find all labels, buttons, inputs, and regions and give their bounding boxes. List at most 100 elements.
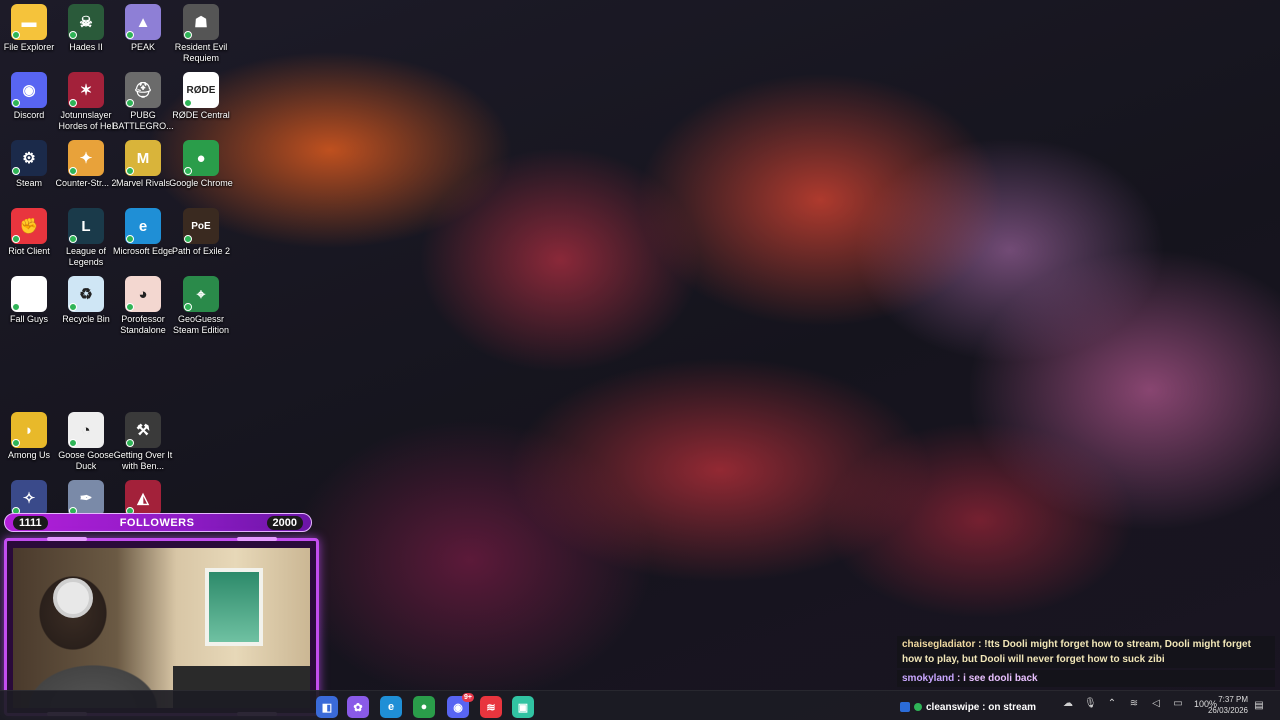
sync-status-icon	[12, 439, 20, 447]
webcam-frame-decoration	[237, 537, 277, 541]
volume-icon[interactable]: ◁	[1150, 698, 1162, 710]
taskbar-streamlabs[interactable]: ▣	[512, 696, 534, 718]
webcam-video	[13, 548, 310, 708]
battery-icon[interactable]: ▭	[1172, 698, 1184, 710]
taskbar-copilot[interactable]: ✿	[347, 696, 369, 718]
desktop-icon-label: Goose Goose Duck	[58, 450, 114, 471]
desktop-icon-label: League of Legends	[65, 246, 107, 267]
sync-status-icon	[69, 99, 77, 107]
desktop-icon[interactable]: ⌖ GeoGuessr Steam Edition	[172, 276, 230, 342]
taskbar-edge[interactable]: e	[380, 696, 402, 718]
desktop-icon[interactable]: ⚒ Getting Over It with Ben...	[114, 412, 172, 478]
desktop-icon[interactable]: L League of Legends	[57, 208, 115, 274]
pubg-icon: ⛑	[125, 72, 161, 108]
chat-message: smokyland : i see dooli back	[897, 670, 1275, 687]
chrome-icon: ●	[183, 140, 219, 176]
desktop-icon-label: Recycle Bin	[62, 314, 110, 324]
desktop-icon[interactable]: ◕ Porofessor Standalone	[114, 276, 172, 342]
desktop-icon[interactable]: ● Google Chrome	[169, 140, 233, 206]
desktop-icon[interactable]: ♻ Recycle Bin	[57, 276, 115, 342]
sync-status-icon	[184, 235, 192, 243]
desktop-icon[interactable]: ✦ Counter-Str... 2	[55, 140, 117, 206]
desktop-icon[interactable]: ✶ Jotunnslayer Hordes of Hel	[57, 72, 115, 138]
desktop-icon-label: Fall Guys	[9, 314, 48, 324]
recycle-bin-icon: ♻	[68, 276, 104, 312]
stream-chat-overlay: chaisegladiator : !tts Dooli might forge…	[897, 636, 1275, 689]
desktop-icon-label: Resident Evil Requiem	[174, 42, 228, 63]
onedrive-icon[interactable]: ☁	[1062, 698, 1074, 710]
rode-icon: RØDE	[183, 72, 219, 108]
steam-icon: ⚙	[11, 140, 47, 176]
desktop-icon-label: Google Chrome	[169, 178, 233, 188]
desktop-icon[interactable]: RØDE RØDE Central	[172, 72, 230, 138]
webcam-frame-decoration	[47, 537, 87, 541]
desktop-icon-label: Getting Over It with Ben...	[113, 450, 173, 471]
sync-status-icon	[12, 99, 20, 107]
desktop-icon[interactable]: e Microsoft Edge	[112, 208, 174, 274]
sync-status-icon	[184, 99, 192, 107]
sync-status-icon	[126, 235, 134, 243]
desktop-icon[interactable]: M Marvel Rivals	[114, 140, 172, 206]
desktop-icon[interactable]: ▲ PEAK	[114, 4, 172, 70]
league-of-legends-icon: L	[68, 208, 104, 244]
sync-status-icon	[69, 235, 77, 243]
desktop-icon-label: Hades II	[69, 42, 103, 52]
notification-bell-icon[interactable]: ▤	[1253, 700, 1265, 712]
taskbar-discord[interactable]: ◉ 9+	[447, 693, 474, 718]
taskbar-chrome[interactable]: ●	[413, 696, 435, 718]
desktop-icon[interactable]: ☗ Resident Evil Requiem	[172, 4, 230, 70]
edge-icon: e	[387, 701, 395, 713]
among-us-icon: ◗	[11, 412, 47, 448]
desktop-icon[interactable]: ☠ Hades II	[57, 4, 115, 70]
sync-status-icon	[69, 31, 77, 39]
desktop-icon[interactable]: ✊ Riot Client	[0, 208, 58, 274]
taskbar: ◧ ✿ e ● ◉ 9+ ≋ ▣ cleanswipe : on stream ☁ 🎙 ⌃ ≋…	[0, 690, 1280, 720]
desktop-icon[interactable]: PoE Path of Exile 2	[172, 208, 230, 274]
counter-strike-icon: ✦	[68, 140, 104, 176]
sync-status-icon	[184, 31, 192, 39]
sync-status-icon	[12, 167, 20, 175]
desktop-icon[interactable]: ▬ File Explorer	[0, 4, 58, 70]
peak-icon: ▲	[125, 4, 161, 40]
system-tray: ☁ 🎙 ⌃ ≋ ◁ ▭ 100%	[1062, 698, 1217, 710]
stream-status-text: cleanswipe : on stream	[926, 701, 1037, 713]
notification-badge: 9+	[462, 693, 474, 702]
sync-status-icon	[69, 303, 77, 311]
taskbar-app-generic[interactable]: ◧	[316, 696, 338, 718]
goose-goose-duck-icon: ◔	[68, 412, 104, 448]
taskbar-red-app[interactable]: ≋	[480, 696, 502, 718]
folder-icon: ▬	[11, 4, 47, 40]
discord-icon: ◉	[11, 72, 47, 108]
desktop-icon[interactable]: ◗ Among Us	[0, 412, 58, 478]
geoguessr-icon: ⌖	[183, 276, 219, 312]
microphone-icon[interactable]: 🎙	[1084, 698, 1097, 710]
desktop-icon-label: Among Us	[7, 450, 51, 460]
wall-painting	[205, 568, 263, 646]
sync-status-icon	[12, 303, 20, 311]
desktop-icon[interactable]: ⛑ PUBG BATTLEGRO...	[112, 72, 174, 138]
stream-status[interactable]: cleanswipe : on stream	[900, 699, 1036, 715]
sync-status-icon	[69, 167, 77, 175]
sync-status-icon	[12, 235, 20, 243]
clock-time: 7:37 PM	[1218, 695, 1248, 704]
desktop-icon-label: File Explorer	[3, 42, 55, 52]
desktop-icon[interactable]: Fall Guys	[0, 276, 58, 342]
desktop-icon[interactable]: ◔ Goose Goose Duck	[57, 412, 115, 478]
wifi-icon[interactable]: ≋	[1128, 698, 1140, 710]
chat-text: : i see dooli back	[954, 673, 1038, 684]
discord-icon: ◉	[453, 701, 463, 714]
followers-goal: 2000	[266, 515, 303, 530]
followers-label: FOLLOWERS	[119, 516, 195, 529]
desktop-icon-label: Microsoft Edge	[112, 246, 174, 256]
tray-chevron-icon[interactable]: ⌃	[1106, 698, 1118, 710]
desktop-icon[interactable]: ◉ Discord	[0, 72, 58, 138]
jotunnslayer-icon: ✶	[68, 72, 104, 108]
hooded-figure-icon: ◭	[125, 480, 161, 516]
sync-status-icon	[126, 167, 134, 175]
headphones	[53, 578, 93, 618]
desktop-icon-label: PUBG BATTLEGRO...	[112, 110, 174, 131]
desktop-icon-label: GeoGuessr Steam Edition	[172, 314, 230, 335]
desktop-icon[interactable]: ⚙ Steam	[0, 140, 58, 206]
taskbar-clock[interactable]: 7:37 PM 26/03/2026	[1198, 694, 1248, 716]
copilot-icon: ✿	[353, 701, 363, 714]
